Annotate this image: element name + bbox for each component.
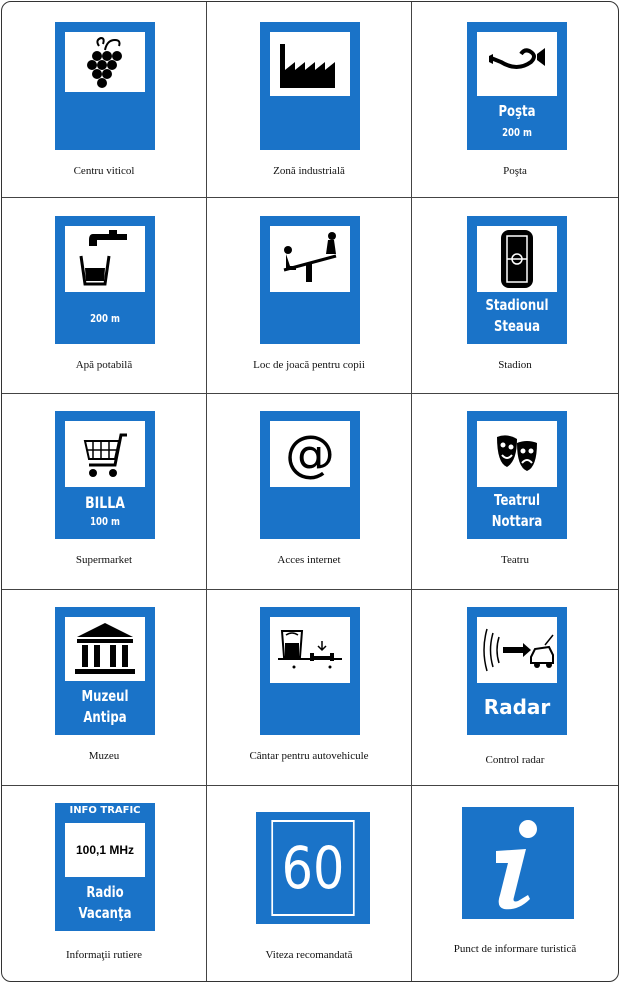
caption: Punct de informare turistică (453, 943, 577, 955)
caption: Control radar (485, 754, 545, 766)
sign-viteza-recomandata: 60 (256, 812, 370, 924)
stadium-icon (501, 230, 533, 288)
sign-punct-informare (462, 807, 574, 919)
cell-teatru: Teatrul Nottara Teatru (412, 394, 618, 590)
theatre-masks-icon (497, 435, 537, 471)
radar-car-icon (483, 628, 554, 672)
sign-apa-potabila: 200 m (55, 216, 155, 344)
info-i-icon (496, 820, 537, 910)
sign-text: Poşta (498, 102, 536, 120)
sign-teatru: Teatrul Nottara (467, 411, 567, 539)
sign-zona-industriala (260, 22, 360, 150)
sign-text: BILLA (85, 493, 125, 512)
cell-viteza-recomandata: 60 Viteza recomandată (207, 786, 412, 981)
cell-cantar: Cântar pentru autovehicule (207, 590, 412, 786)
sign-stadion: Stadionul Steaua (467, 216, 567, 344)
cell-posta: Poşta 200 m Poşta (412, 2, 618, 198)
post-horn-icon (489, 48, 545, 69)
distance: 100 m (90, 515, 120, 528)
sign-informatii-rutiere: INFO TRAFIC 100,1 MHz Radio Vacanţa (55, 803, 155, 931)
caption: Centru viticol (73, 165, 135, 177)
sign-text-2: Steaua (493, 317, 541, 335)
sign-muzeu: Muzeul Antipa (55, 607, 155, 735)
sign-posta: Poşta 200 m (467, 22, 567, 150)
shopping-cart-icon (83, 433, 127, 477)
sign-centru-viticol (55, 22, 155, 150)
sign-loc-de-joaca (260, 216, 360, 344)
frequency: 100,1 MHz (75, 843, 135, 857)
caption: Poşta (503, 165, 527, 177)
cell-centru-viticol: Centru viticol (2, 2, 207, 198)
sign-text-1: Radio (86, 883, 124, 901)
cell-control-radar: Radar Control radar (412, 590, 618, 786)
vehicle-scale-icon (278, 630, 342, 669)
distance: 200 m (502, 126, 532, 139)
sign-text-2: Antipa (83, 708, 127, 726)
signs-grid: Centru viticol Zonă industrială Poşta 20… (2, 2, 618, 981)
cell-punct-informare: Punct de informare turistică (412, 786, 618, 981)
cell-zona-industriala: Zonă industrială (207, 2, 412, 198)
cell-supermarket: BILLA 100 m Supermarket (2, 394, 207, 590)
sign-supermarket: BILLA 100 m (55, 411, 155, 539)
caption: Zonă industrială (273, 165, 345, 177)
sign-text-1: Stadionul (485, 296, 549, 314)
grapes-icon (87, 36, 122, 88)
water-tap-icon (79, 230, 127, 286)
sign-cantar (260, 607, 360, 735)
caption: Apă potabilă (75, 359, 133, 371)
cell-stadion: Stadionul Steaua Stadion (412, 198, 618, 394)
sign-acces-internet: @ (260, 411, 360, 539)
caption: Informaţii rutiere (65, 949, 143, 961)
speed-value: 60 (271, 820, 355, 916)
cell-apa-potabila: 200 m Apă potabilă (2, 198, 207, 394)
factory-icon (280, 44, 335, 88)
caption: Viteza recomandată (265, 949, 353, 961)
caption: Supermarket (75, 554, 133, 566)
caption: Muzeu (88, 750, 120, 762)
caption: Acces internet (277, 554, 341, 566)
sign-text-2: Vacanţa (78, 904, 132, 922)
at-sign-icon: @ (285, 425, 335, 483)
info-trafic-header: INFO TRAFIC (69, 805, 141, 816)
caption: Loc de joacă pentru copii (253, 359, 365, 371)
caption: Stadion (498, 359, 532, 371)
sign-text-1: Muzeul (81, 687, 129, 705)
cell-loc-de-joaca: Loc de joacă pentru copii (207, 198, 412, 394)
caption: Cântar pentru autovehicule (249, 750, 369, 762)
sign-control-radar: Radar (467, 607, 567, 735)
cell-informatii-rutiere: INFO TRAFIC 100,1 MHz Radio Vacanţa Info… (2, 786, 207, 981)
playground-seesaw-icon (283, 232, 337, 282)
cell-acces-internet: @ Acces internet (207, 394, 412, 590)
sign-text: Radar (483, 695, 551, 719)
sign-text-2: Nottara (491, 512, 543, 530)
signs-sheet: Centru viticol Zonă industrială Poşta 20… (1, 1, 619, 982)
caption: Teatru (501, 554, 529, 566)
museum-icon (75, 623, 135, 674)
distance: 200 m (90, 312, 120, 325)
sign-text-1: Teatrul (494, 491, 540, 509)
cell-muzeu: Muzeul Antipa Muzeu (2, 590, 207, 786)
